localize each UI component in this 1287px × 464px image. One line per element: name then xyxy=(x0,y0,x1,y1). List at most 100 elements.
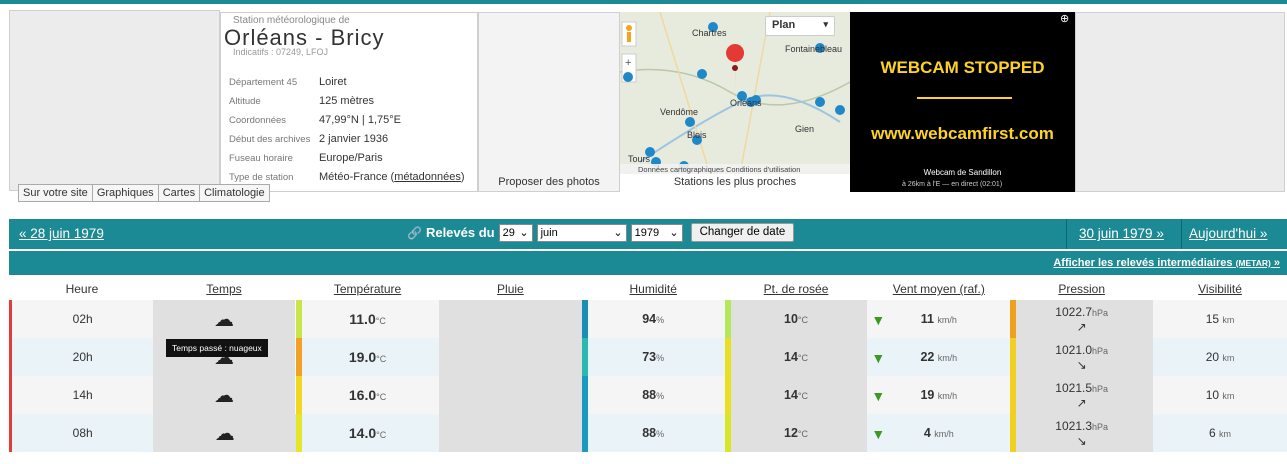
info-row: Altitude 125 mètres xyxy=(229,95,375,107)
tab-graphs[interactable]: Graphiques xyxy=(91,184,159,202)
visibility-cell: 10 km xyxy=(1153,376,1287,414)
chevron-down-icon: ▾ xyxy=(823,19,828,29)
map-town: Tours xyxy=(628,154,651,164)
tab-climatology[interactable]: Climatologie xyxy=(199,184,270,202)
rain-cell xyxy=(438,376,582,414)
today-link[interactable]: Aujourd'hui » xyxy=(1189,226,1267,241)
day-select[interactable]: 29 ⌄ xyxy=(498,223,533,242)
col-dewpoint[interactable]: Pt. de rosée xyxy=(725,278,868,300)
pressure-color-strip xyxy=(1010,376,1017,414)
pressure-trend-icon: ↗ xyxy=(1076,395,1087,410)
dewpoint-color-strip xyxy=(724,414,731,452)
map-credits[interactable]: Données cartographiques Conditions d'uti… xyxy=(638,165,800,174)
left-panel xyxy=(9,10,220,191)
info-row: Début des archives 2 janvier 1936 xyxy=(229,133,389,145)
visibility-cell: 15 km xyxy=(1153,300,1287,338)
hour-cell: 14h xyxy=(9,376,154,414)
temperature-color-strip xyxy=(296,300,303,338)
table-row: 02h ☁ 11.0°C 94% 10°C ▼ 11 km/h 1022.7hPa ↗ 15 km xyxy=(9,300,1287,338)
svg-text:+: + xyxy=(625,57,631,69)
zoom-icon[interactable]: ⊕ xyxy=(1060,12,1069,25)
pressure-color-strip xyxy=(1010,338,1017,376)
station-codes: Indicatifs : 07249, LFOJ xyxy=(233,47,329,57)
wind-cell: ▼ 19 km/h xyxy=(867,376,1011,414)
photo-panel xyxy=(478,12,620,192)
info-row: Coordonnées 47,99°N | 1,75°E xyxy=(229,114,401,126)
dewpoint-cell: 14°C xyxy=(724,338,868,376)
metadata-link[interactable]: métadonnées xyxy=(394,171,461,183)
nearest-stations-link[interactable]: Stations les plus proches xyxy=(620,176,850,188)
visibility-cell: 20 km xyxy=(1153,338,1287,376)
rain-cell xyxy=(438,338,582,376)
date-navigation: « 28 juin 1979 🔗 Relevés du 29 ⌄ juin ⌄ 19… xyxy=(9,219,1287,249)
humidity-color-strip xyxy=(581,338,588,376)
webcam-panel[interactable] xyxy=(850,12,1075,192)
wind-direction-icon: ▼ xyxy=(871,350,886,366)
info-row: Département 45 Loiret xyxy=(229,76,347,88)
weather-cell[interactable]: ☁ xyxy=(153,300,297,338)
info-row: Fuseau horaire Europe/Paris xyxy=(229,152,383,164)
rain-cell xyxy=(438,414,582,452)
map-canvas: + − Chartres Fontainebleau Orléans Vendô… xyxy=(620,12,850,174)
wind-direction-icon: ▼ xyxy=(871,426,886,442)
previous-day-link[interactable]: « 28 juin 1979 xyxy=(19,226,104,241)
divider xyxy=(1066,219,1067,249)
year-select[interactable]: 1979 ⌄ xyxy=(630,223,683,242)
map-type-select[interactable]: Plan ▾ xyxy=(765,16,835,36)
dewpoint-color-strip xyxy=(724,300,731,338)
station-tabs: Sur votre site Graphiques Cartes Climato… xyxy=(18,184,270,202)
weather-cell[interactable]: ☁ xyxy=(153,376,297,414)
temperature-cell: 16.0°C xyxy=(296,376,439,414)
col-visibility[interactable]: Visibilité xyxy=(1153,278,1287,300)
hour-cell: 08h xyxy=(9,414,154,452)
tab-maps[interactable]: Cartes xyxy=(157,184,201,202)
webcam-divider xyxy=(917,97,1012,99)
col-weather[interactable]: Temps xyxy=(153,278,296,300)
humidity-color-strip xyxy=(581,414,588,452)
cloudy-night-icon: ☁ xyxy=(213,308,234,331)
humidity-color-strip xyxy=(581,376,588,414)
temperature-cell: 19.0°C xyxy=(296,338,439,376)
chevron-down-icon: ⌄ xyxy=(613,227,623,239)
col-hour: Heure xyxy=(65,282,99,296)
webcam-url: www.webcamfirst.com xyxy=(871,124,1054,143)
map[interactable]: + − Chartres Fontainebleau Orléans Vendô… xyxy=(620,12,850,174)
temperature-cell: 11.0°C xyxy=(296,300,439,338)
wind-direction-icon: ▼ xyxy=(871,312,886,328)
rain-cell xyxy=(438,300,582,338)
readings-title: Relevés du xyxy=(425,225,495,240)
date-picker: 🔗 Relevés du 29 ⌄ juin ⌄ 1979 ⌄ Changer de … xyxy=(407,223,795,242)
col-rain[interactable]: Pluie xyxy=(439,278,582,300)
dewpoint-color-strip xyxy=(724,338,731,376)
humidity-color-strip xyxy=(581,300,588,338)
wind-cell: ▼ 11 km/h xyxy=(867,300,1011,338)
col-pressure[interactable]: Pression xyxy=(1010,278,1153,300)
pressure-trend-icon: ↘ xyxy=(1076,357,1087,372)
pressure-trend-icon: ↘ xyxy=(1076,433,1087,448)
propose-photos-link[interactable]: Proposer des photos xyxy=(478,176,620,188)
hour-cell: 02h xyxy=(9,300,154,338)
temperature-color-strip xyxy=(296,414,303,452)
intermediate-readings-link[interactable]: Afficher les relevés intermédiaires (MET… xyxy=(1053,257,1280,269)
month-select[interactable]: juin ⌄ xyxy=(536,223,627,242)
tab-embed[interactable]: Sur votre site xyxy=(18,184,93,202)
col-temperature[interactable]: Température xyxy=(296,278,439,300)
change-date-button[interactable]: Changer de date xyxy=(690,223,795,242)
dewpoint-color-strip xyxy=(724,376,731,414)
map-town: Orléans xyxy=(730,98,762,108)
pressure-trend-icon: ↗ xyxy=(1076,319,1087,334)
col-humidity[interactable]: Humidité xyxy=(582,278,725,300)
next-day-link[interactable]: 30 juin 1979 » xyxy=(1079,226,1164,241)
weather-cell[interactable]: ☁ xyxy=(153,414,297,452)
wind-cell: ▼ 22 km/h xyxy=(867,338,1011,376)
divider xyxy=(1181,219,1182,249)
link-icon: 🔗 xyxy=(407,225,422,240)
wind-direction-icon: ▼ xyxy=(871,388,886,404)
col-wind[interactable]: Vent moyen (raf.) xyxy=(867,278,1010,300)
webcam-status: WEBCAM STOPPED xyxy=(880,58,1045,77)
pressure-color-strip xyxy=(1010,300,1017,338)
right-panel xyxy=(1075,12,1285,192)
dewpoint-cell: 12°C xyxy=(724,414,868,452)
dewpoint-cell: 14°C xyxy=(724,376,868,414)
pressure-cell: 1021.0hPa ↘ xyxy=(1010,338,1154,376)
